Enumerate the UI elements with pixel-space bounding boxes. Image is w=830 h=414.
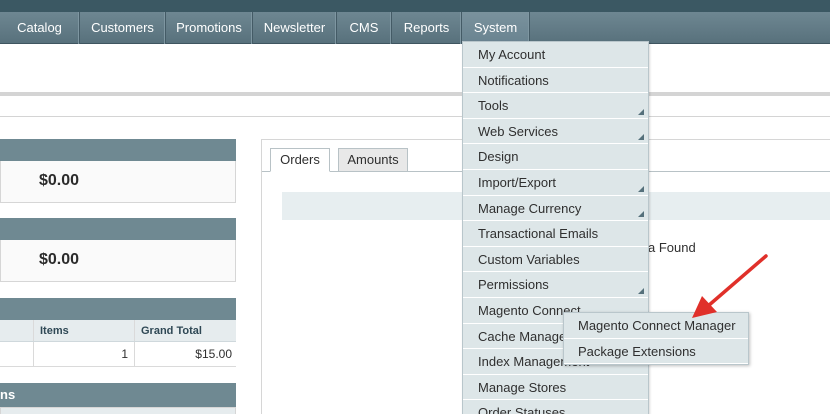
menu-item-label: Manage Stores	[478, 379, 567, 395]
main-nav: Catalog Customers Promotions Newsletter …	[0, 12, 830, 44]
partial-heading: ns	[0, 387, 16, 402]
top-strip	[0, 0, 830, 12]
menu-item-web-services[interactable]: Web Services	[463, 119, 648, 145]
submenu-arrow-icon	[638, 287, 644, 294]
page-divider	[0, 116, 830, 117]
menu-item-label: Notifications	[478, 72, 549, 88]
menu-item-label: Design	[478, 149, 519, 165]
lifetime-sales-amount: $0.00	[39, 172, 80, 189]
column-items[interactable]: Items	[34, 320, 135, 341]
nav-newsletter[interactable]: Newsletter	[253, 12, 337, 44]
nav-catalog[interactable]: Catalog	[0, 12, 80, 44]
menu-item-package-extensions[interactable]: Package Extensions	[564, 339, 748, 364]
last-search-terms-header: ns	[0, 383, 236, 407]
annotation-arrow-icon	[692, 254, 768, 318]
menu-item-custom-variables[interactable]: Custom Variables	[463, 247, 648, 273]
submenu-arrow-icon	[638, 134, 644, 141]
menu-item-label: Web Services	[478, 123, 558, 139]
nav-reports[interactable]: Reports	[392, 12, 462, 44]
table-row[interactable]: 1 $15.00	[0, 342, 236, 367]
menu-item-my-account[interactable]: My Account	[463, 42, 648, 68]
menu-item-manage-currency[interactable]: Manage Currency	[463, 196, 648, 222]
lifetime-sales-box: $0.00	[0, 161, 236, 203]
submenu-arrow-icon	[638, 185, 644, 192]
nav-customers[interactable]: Customers	[80, 12, 166, 44]
menu-item-label: Import/Export	[478, 175, 557, 190]
last-orders-header	[0, 298, 236, 320]
submenu-arrow-icon	[638, 108, 644, 115]
menu-item-design[interactable]: Design	[463, 144, 648, 170]
menu-item-label: Permissions	[478, 277, 549, 293]
menu-item-import-export[interactable]: Import/Export	[463, 170, 648, 196]
menu-item-tools[interactable]: Tools	[463, 93, 648, 119]
submenu-arrow-icon	[638, 211, 644, 218]
menu-item-order-statuses[interactable]: Order Statuses	[463, 400, 648, 414]
cell-grand-total: $15.00	[195, 347, 232, 361]
grid-header-cell	[0, 320, 34, 341]
menu-item-label: Transactional Emails	[478, 226, 599, 242]
menu-item-label: Manage Currency	[478, 200, 582, 216]
no-data-text: a Found	[648, 240, 696, 255]
lifetime-sales-header	[0, 139, 236, 161]
grid-cell	[0, 342, 34, 366]
nav-system[interactable]: System	[462, 12, 530, 44]
search-terms-grid-header	[0, 407, 236, 414]
last-orders-grid-header: Items Grand Total	[0, 320, 236, 342]
tab-amounts[interactable]: Amounts	[338, 148, 408, 172]
menu-item-notifications[interactable]: Notifications	[463, 68, 648, 94]
menu-item-manage-stores[interactable]: Manage Stores	[463, 375, 648, 401]
average-order-amount: $0.00	[39, 251, 80, 268]
menu-item-label: Tools	[478, 98, 509, 114]
nav-cms[interactable]: CMS	[337, 12, 392, 44]
nav-promotions[interactable]: Promotions	[166, 12, 253, 44]
menu-item-label: Custom Variables	[478, 251, 580, 267]
menu-item-label: My Account	[478, 47, 546, 62]
menu-item-label: Order Statuses	[478, 405, 566, 414]
tab-orders[interactable]: Orders	[270, 148, 330, 172]
cell-items: 1	[34, 342, 135, 366]
menu-item-permissions[interactable]: Permissions	[463, 272, 648, 298]
average-orders-header	[0, 218, 236, 240]
menu-item-transactional-emails[interactable]: Transactional Emails	[463, 221, 648, 247]
average-orders-box: $0.00	[0, 240, 236, 282]
header-divider	[0, 92, 830, 96]
column-grand-total[interactable]: Grand Total	[135, 320, 236, 341]
